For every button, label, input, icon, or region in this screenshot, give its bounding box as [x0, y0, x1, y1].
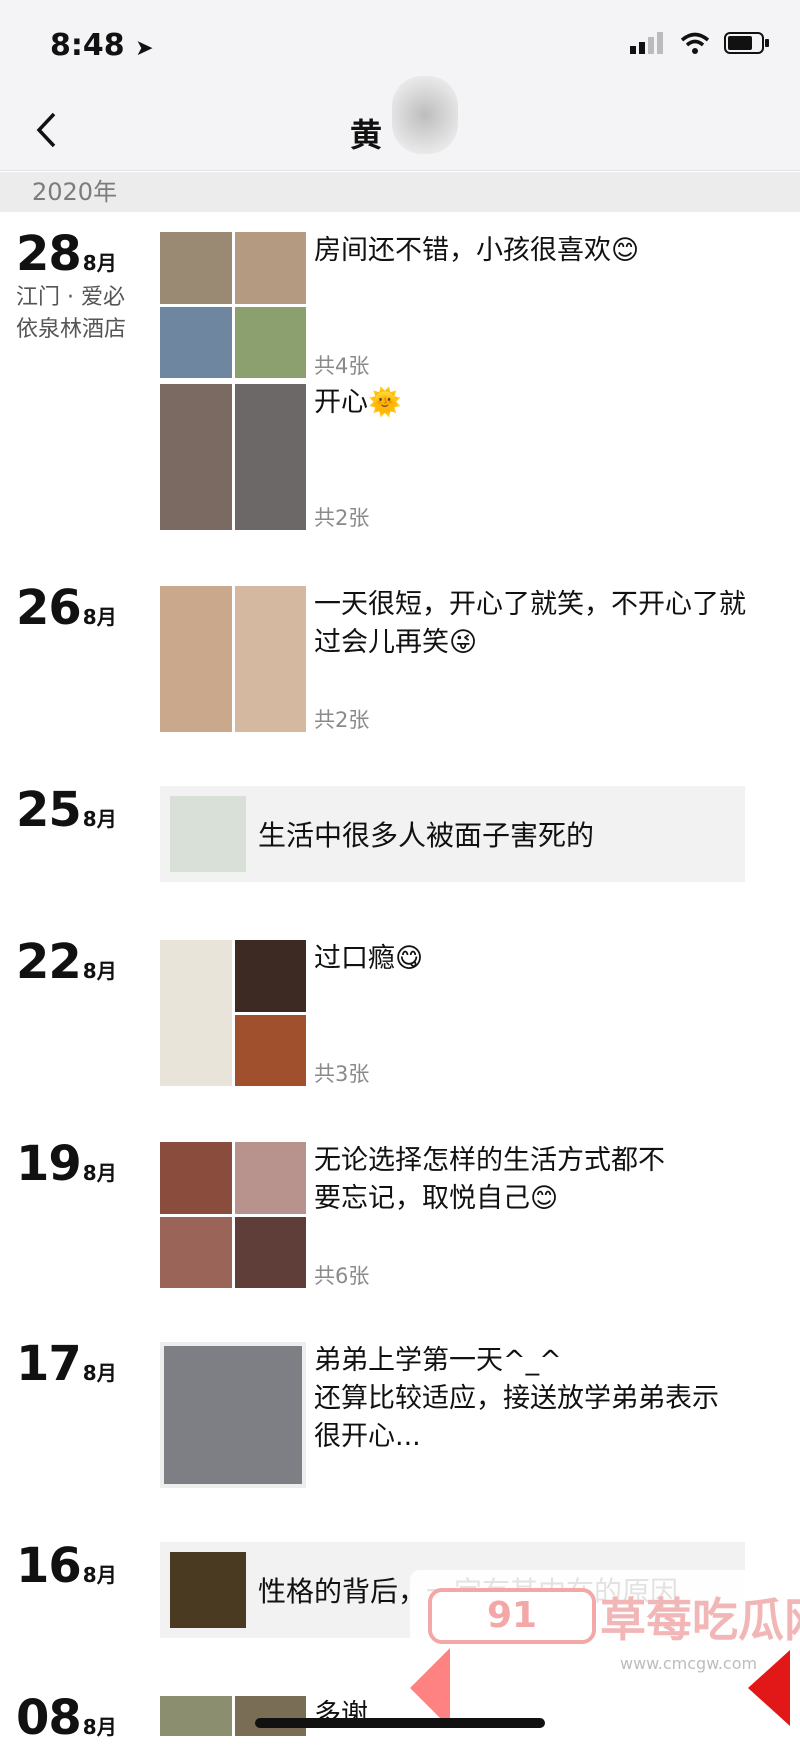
photo-grid: [160, 1342, 306, 1488]
blurred-avatar: [392, 76, 458, 154]
photo-thumbnail: [234, 1014, 306, 1086]
status-bar: 8:48 ➤: [0, 0, 800, 92]
watermark-text: 草莓吃瓜网: [600, 1593, 800, 1647]
photo-thumbnail: [234, 232, 306, 304]
entry-date: 25 8月: [16, 782, 117, 838]
post-text: 过口瘾😋: [314, 943, 424, 974]
photo-count: 共3张: [314, 1062, 370, 1086]
entry-date: 08 8月: [16, 1690, 117, 1746]
wifi-icon: [680, 32, 710, 54]
photo-thumbnail: [234, 1142, 306, 1214]
shared-link-card[interactable]: 生活中很多人被面子害死的: [160, 786, 745, 882]
status-time: 8:48 ➤: [50, 28, 154, 63]
photo-grid: [160, 232, 306, 378]
link-title: 生活中很多人被面子害死的: [258, 819, 595, 852]
post-text: 房间还不错，小孩很喜欢😊: [314, 235, 640, 266]
link-thumbnail: [170, 1552, 246, 1628]
link-thumbnail: [170, 796, 246, 872]
entry-date: 22 8月: [16, 934, 117, 990]
photo-count: 共4张: [314, 354, 370, 378]
back-button[interactable]: [26, 106, 66, 154]
left-arrow-icon: [410, 1648, 450, 1728]
photo-grid: [160, 940, 306, 1086]
photo-grid: [160, 384, 306, 530]
photo-thumbnail: [234, 1696, 306, 1736]
photo-count: 共2张: [314, 506, 370, 530]
photo-thumbnail: [234, 1216, 306, 1288]
photo-thumbnail: [234, 384, 306, 530]
post-text: 弟弟上学第一天^_^ 还算比较适应，接送放学弟弟表示很开心...: [314, 1345, 719, 1452]
photo-grid: [160, 586, 306, 732]
photo-thumbnail: [160, 586, 232, 732]
photo-thumbnail: [160, 306, 232, 378]
photo-grid: [160, 1696, 306, 1736]
watermark-url: www.cmcgw.com: [620, 1654, 758, 1673]
photo-thumbnail: [164, 1346, 302, 1484]
photo-thumbnail: [160, 940, 232, 1086]
photo-thumbnail: [160, 1216, 232, 1288]
signal-icon: [630, 32, 663, 54]
photo-count: 共2张: [314, 708, 370, 732]
right-arrow-icon: [748, 1650, 790, 1726]
photo-thumbnail: [160, 1696, 232, 1736]
post-text: 无论选择怎样的生活方式都不要忘记，取悦自己😊: [314, 1145, 665, 1214]
watermark-logo: 91: [428, 1588, 596, 1644]
location-arrow-icon: ➤: [135, 36, 154, 61]
photo-thumbnail: [160, 1142, 232, 1214]
entry-date: 28 8月: [16, 226, 117, 282]
photo-thumbnail: [234, 586, 306, 732]
photo-count: 共6张: [314, 1264, 370, 1288]
photo-thumbnail: [234, 306, 306, 378]
year-header: 2020年: [0, 172, 800, 212]
battery-icon: [724, 32, 769, 54]
post-text: 开心🌞: [314, 387, 402, 418]
photo-thumbnail: [234, 940, 306, 1012]
chevron-left-icon: [36, 112, 56, 148]
post-text: 多谢...: [314, 1699, 394, 1730]
status-icons: [630, 32, 770, 54]
watermark: 91 草莓吃瓜网 www.cmcgw.com: [410, 1570, 800, 1685]
page-title: 黄: [350, 116, 383, 154]
entry-date: 16 8月: [16, 1538, 117, 1594]
entry-date: 17 8月: [16, 1336, 117, 1392]
entry-location: 江门 · 爱必依泉林酒店: [16, 285, 127, 342]
entry-date: 19 8月: [16, 1136, 117, 1192]
entry-date: 26 8月: [16, 580, 117, 636]
photo-thumbnail: [160, 384, 232, 530]
photo-thumbnail: [160, 232, 232, 304]
home-indicator[interactable]: [255, 1718, 545, 1728]
post-text: 一天很短，开心了就笑，不开心了就过会儿再笑😜: [314, 589, 746, 658]
photo-grid: [160, 1142, 306, 1288]
